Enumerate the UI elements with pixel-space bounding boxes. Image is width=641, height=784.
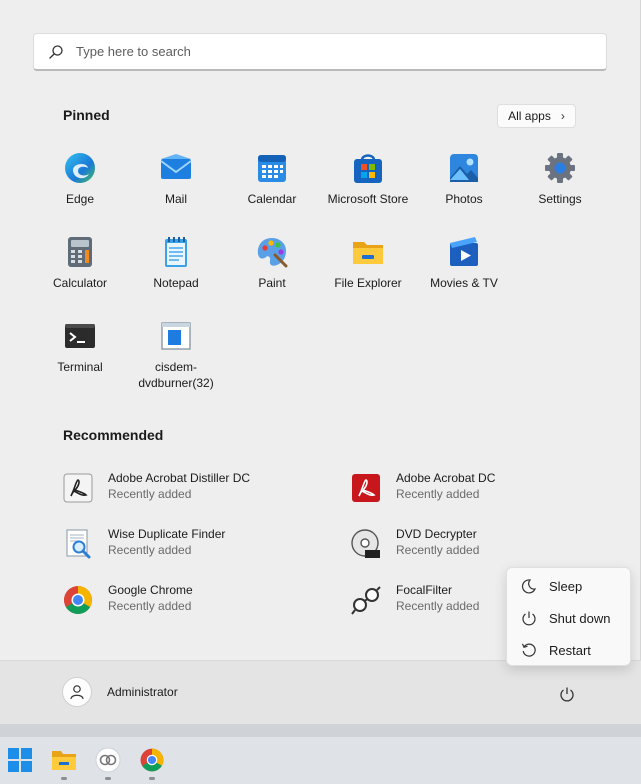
- pinned-item-terminal[interactable]: Terminal: [32, 313, 128, 397]
- pinned-item-calculator[interactable]: Calculator: [32, 229, 128, 313]
- user-icon: [70, 685, 84, 700]
- recommended-item-name: Adobe Acrobat Distiller DC: [108, 471, 251, 485]
- sleep-icon: [521, 579, 536, 594]
- calculator-icon: [68, 237, 92, 267]
- pinned-item-cisdem-dvdburner[interactable]: cisdem-dvdburner(32): [128, 313, 224, 397]
- pinned-item-label: Movies & TV: [430, 276, 498, 290]
- power-menu: Sleep Shut down Restart: [506, 567, 631, 666]
- user-name: Administrator: [107, 685, 178, 699]
- pinned-item-movies-tv[interactable]: Movies & TV: [416, 229, 512, 313]
- pinned-item-settings[interactable]: Settings: [512, 145, 608, 229]
- acrobat-distiller-icon: [63, 473, 93, 503]
- pinned-item-label: Notepad: [153, 276, 199, 290]
- store-icon: [354, 154, 382, 183]
- recommended-item[interactable]: Adobe Acrobat DC Recently added: [350, 470, 582, 526]
- pinned-item-label: Settings: [538, 192, 582, 206]
- recommended-item-name: Adobe Acrobat DC: [396, 471, 496, 485]
- movies-icon: [450, 237, 478, 266]
- pinned-item-label: Terminal: [57, 360, 103, 374]
- recommended-list: Adobe Acrobat Distiller DC Recently adde…: [62, 470, 582, 638]
- link-app-taskbar-icon[interactable]: [95, 747, 121, 773]
- pinned-item-microsoft-store[interactable]: Microsoft Store: [320, 145, 416, 229]
- pinned-item-label: cisdem-dvdburner(32): [138, 360, 214, 390]
- windows-start-icon[interactable]: [7, 747, 33, 773]
- power-menu-sleep[interactable]: Sleep: [507, 570, 630, 602]
- recommended-item-subtitle: Recently added: [108, 599, 192, 613]
- pinned-item-label: Edge: [65, 192, 95, 206]
- running-indicator: [149, 777, 155, 780]
- acrobat-icon: [352, 474, 380, 502]
- power-button[interactable]: [556, 683, 578, 705]
- calendar-icon: [258, 155, 286, 182]
- power-menu-label: Shut down: [549, 610, 611, 626]
- pinned-title: Pinned: [63, 107, 110, 123]
- settings-icon: [545, 153, 575, 183]
- pinned-item-notepad[interactable]: Notepad: [128, 229, 224, 313]
- recommended-item[interactable]: Google Chrome Recently added: [62, 582, 350, 638]
- pinned-item-label: File Explorer: [334, 276, 402, 290]
- pinned-empty-slot: [512, 229, 608, 313]
- chrome-icon: [64, 586, 92, 614]
- recommended-item-subtitle: Recently added: [108, 487, 192, 501]
- dvd-decrypter-icon: [351, 529, 380, 558]
- recommended-item-subtitle: Recently added: [396, 543, 480, 557]
- pinned-item-label: Paint: [258, 276, 286, 290]
- power-menu-shut-down[interactable]: Shut down: [507, 602, 630, 634]
- recommended-item-name: FocalFilter: [396, 583, 453, 597]
- search-input[interactable]: [76, 44, 556, 59]
- pinned-item-paint[interactable]: Paint: [224, 229, 320, 313]
- chrome-taskbar-icon[interactable]: [139, 747, 165, 773]
- chevron-right-icon: ›: [560, 109, 565, 123]
- user-account-button[interactable]: Administrator: [62, 677, 178, 707]
- pinned-item-photos[interactable]: Photos: [416, 145, 512, 229]
- focalfilter-icon: [351, 586, 381, 615]
- recommended-item-subtitle: Recently added: [396, 487, 480, 501]
- power-menu-restart[interactable]: Restart: [507, 634, 630, 666]
- power-menu-label: Sleep: [549, 578, 583, 594]
- pinned-grid: Edge Mail Calendar Microsoft Store Photo…: [32, 145, 608, 397]
- start-footer: Administrator: [0, 660, 641, 724]
- pinned-item-mail[interactable]: Mail: [128, 145, 224, 229]
- restart-icon: [521, 643, 536, 657]
- terminal-icon: [65, 324, 95, 348]
- search-icon: [49, 44, 63, 59]
- file-explorer-taskbar-icon[interactable]: [51, 747, 77, 773]
- power-icon: [560, 687, 574, 702]
- pinned-item-label: Photos: [445, 192, 483, 206]
- pinned-item-label: Calendar: [247, 192, 297, 206]
- power-icon: [522, 611, 536, 626]
- pinned-item-file-explorer[interactable]: File Explorer: [320, 229, 416, 313]
- pinned-item-label: Calculator: [52, 276, 108, 290]
- all-apps-label: All apps: [508, 109, 551, 123]
- power-menu-label: Restart: [549, 642, 591, 658]
- search-box[interactable]: [33, 33, 607, 71]
- pinned-item-edge[interactable]: Edge: [32, 145, 128, 229]
- notepad-icon: [165, 237, 187, 267]
- recommended-item-subtitle: Recently added: [396, 599, 480, 613]
- duplicate-finder-icon: [66, 529, 91, 559]
- recommended-item-name: Wise Duplicate Finder: [108, 527, 226, 541]
- recommended-item-name: DVD Decrypter: [396, 527, 477, 541]
- folder-icon: [353, 242, 383, 264]
- paint-icon: [257, 238, 288, 268]
- pinned-item-label: Microsoft Store: [327, 192, 409, 206]
- pinned-item-calendar[interactable]: Calendar: [224, 145, 320, 229]
- taskbar: [0, 737, 641, 784]
- running-indicator: [61, 777, 67, 780]
- avatar: [62, 677, 92, 707]
- recommended-item[interactable]: Wise Duplicate Finder Recently added: [62, 526, 350, 582]
- edge-icon: [65, 153, 95, 183]
- mail-icon: [160, 154, 192, 179]
- pinned-item-label: Mail: [164, 192, 187, 206]
- recommended-item-name: Google Chrome: [108, 583, 193, 597]
- recommended-item[interactable]: Adobe Acrobat Distiller DC Recently adde…: [62, 470, 350, 526]
- all-apps-button[interactable]: All apps ›: [497, 104, 576, 128]
- photos-icon: [450, 154, 478, 182]
- recommended-item-subtitle: Recently added: [108, 543, 192, 557]
- recommended-title: Recommended: [63, 427, 164, 443]
- dvdburner-icon: [161, 322, 191, 350]
- running-indicator: [105, 777, 111, 780]
